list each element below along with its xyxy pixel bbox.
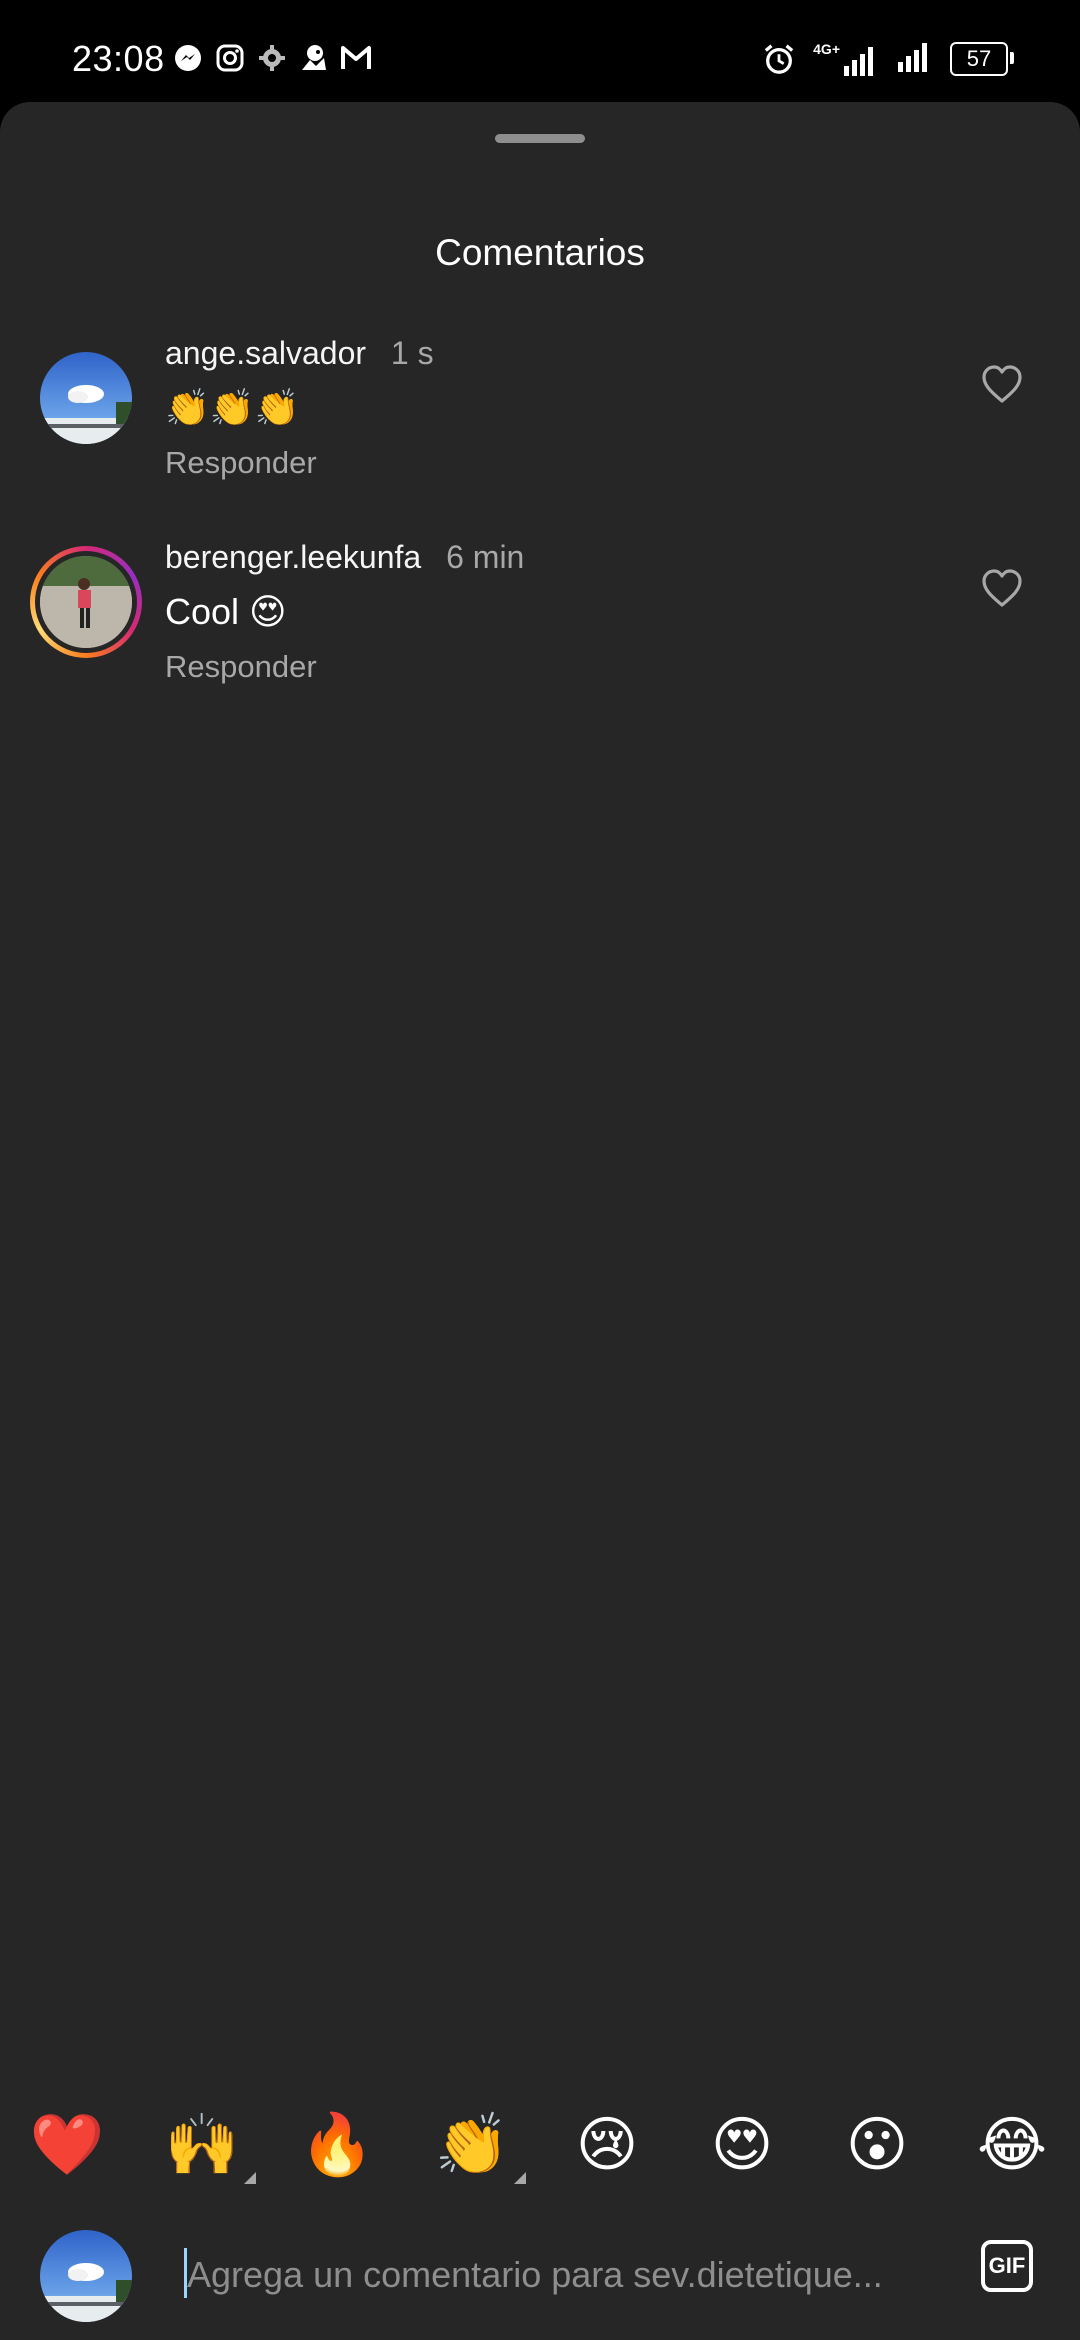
comment-item: berenger.leekunfa 6 min Cool 😍 Responder (0, 531, 1080, 691)
status-time: 23:08 (72, 38, 165, 79)
battery-level: 57 (966, 45, 992, 71)
app-icon (298, 42, 330, 74)
emoji-quick-bar: ❤️ 🙌 🔥 👏 😢 😍 😮 😂 (0, 2110, 1080, 2184)
avatar-photo (40, 352, 132, 444)
emoji-surprised-button[interactable]: 😮 (837, 2110, 917, 2180)
battery-indicator: 57 (950, 41, 1014, 76)
comment-item: ange.salvador 1 s 👏👏👏 Responder (0, 327, 1080, 487)
skin-tone-indicator (244, 2172, 256, 2184)
like-button[interactable] (980, 363, 1024, 407)
avatar[interactable] (40, 352, 132, 444)
skin-tone-indicator (514, 2172, 526, 2184)
heart-icon (982, 365, 1022, 403)
emoji-clap-button[interactable]: 👏 (432, 2110, 526, 2184)
emoji-raised-hands-button[interactable]: 🙌 (162, 2110, 256, 2184)
comment-time: 1 s (390, 335, 434, 371)
avatar-photo (40, 556, 132, 648)
messenger-icon (172, 42, 204, 74)
sheet-title: Comentarios (435, 232, 645, 273)
signal-icon (896, 40, 932, 77)
network-type-label: 4G+ (813, 40, 840, 57)
gmail-icon (340, 42, 372, 74)
comments-sheet: Comentarios ange.salvador 1 s 👏👏👏 Respon… (0, 102, 1080, 2340)
status-bar: 23:08 4G+ 57 (0, 0, 1080, 110)
comment-time: 6 min (446, 539, 525, 575)
reply-button[interactable]: Responder (165, 649, 317, 685)
settings-icon (256, 42, 288, 74)
current-user-avatar (40, 2230, 132, 2322)
like-button[interactable] (980, 567, 1024, 611)
reply-button[interactable]: Responder (165, 445, 317, 481)
emoji-laughing-button[interactable]: 😂 (972, 2110, 1052, 2180)
emoji-crying-button[interactable]: 😢 (567, 2110, 647, 2180)
drag-handle[interactable] (495, 134, 585, 143)
emoji-heart-eyes-button[interactable]: 😍 (702, 2110, 782, 2180)
comment-header: ange.salvador 1 s (165, 335, 434, 372)
comment-username[interactable]: ange.salvador (165, 335, 366, 371)
4g-signal-icon: 4G+ (813, 42, 878, 76)
story-ring[interactable] (30, 546, 142, 658)
comment-text: 👏👏👏 (165, 387, 300, 428)
emoji-fire-button[interactable]: 🔥 (297, 2110, 377, 2180)
system-icons: 4G+ 57 (763, 40, 1014, 77)
comment-text: Cool 😍 (165, 591, 287, 632)
instagram-icon (214, 42, 246, 74)
notification-icons (172, 42, 372, 74)
emoji-raised-hands: 🙌 (164, 2111, 240, 2178)
comment-header: berenger.leekunfa 6 min (165, 539, 524, 576)
emoji-heart-button[interactable]: ❤️ (27, 2110, 107, 2180)
comment-composer: GIF (0, 2230, 1080, 2340)
avatar-photo (40, 2230, 132, 2322)
alarm-icon (763, 43, 795, 75)
emoji-clap: 👏 (434, 2111, 510, 2178)
comment-input[interactable] (185, 2244, 939, 2306)
heart-icon (982, 569, 1022, 607)
comment-username[interactable]: berenger.leekunfa (165, 539, 421, 575)
avatar[interactable] (40, 556, 132, 648)
gif-button[interactable]: GIF (981, 2240, 1033, 2292)
